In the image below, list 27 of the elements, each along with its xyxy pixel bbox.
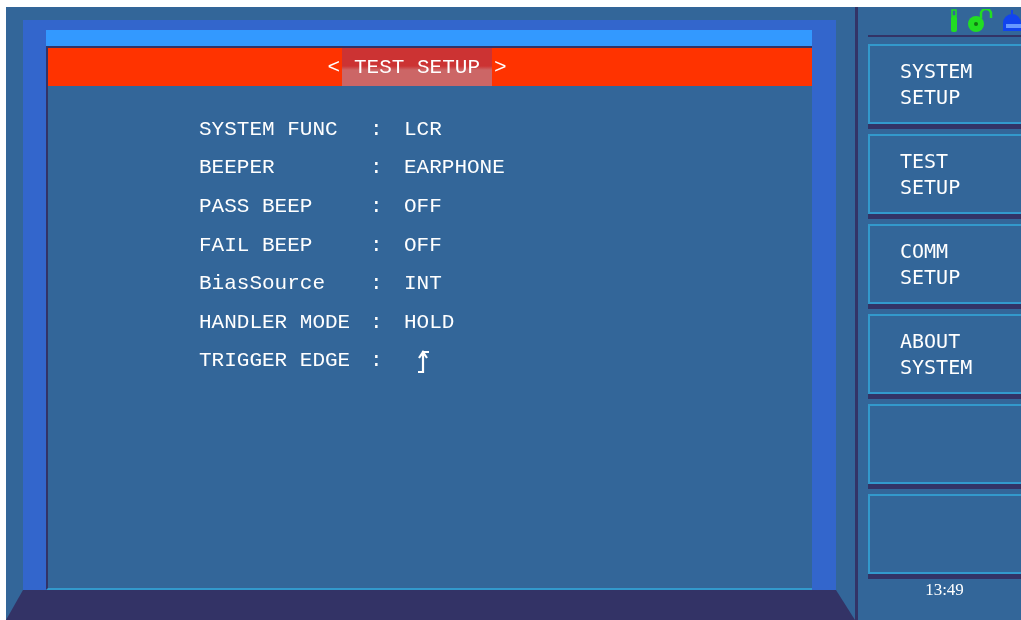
setting-label: BiasSource <box>199 272 326 296</box>
unlocked-padlock-icon <box>967 9 995 33</box>
setting-value[interactable]: OFF <box>404 195 442 218</box>
setting-value[interactable]: HOLD <box>404 310 455 334</box>
colon: : <box>370 272 383 296</box>
colon: : <box>370 349 383 373</box>
setting-value[interactable]: INT <box>404 272 442 296</box>
setting-label: PASS BEEP <box>199 195 313 218</box>
network-icon <box>1003 9 1021 33</box>
setting-value[interactable]: EARPHONE <box>404 156 505 180</box>
colon: : <box>370 156 383 180</box>
usb-icon <box>949 9 959 33</box>
setting-value[interactable]: LCR <box>404 117 442 141</box>
setting-label: TRIGGER EDGE <box>199 349 351 373</box>
clock-time: 13:49 <box>924 580 965 600</box>
setting-label: BEEPER <box>199 156 275 180</box>
setting-label: FAIL BEEP <box>199 233 313 257</box>
colon: : <box>370 117 383 141</box>
page-title: TEST SETUP <box>342 48 492 86</box>
setting-label: HANDLER MODE <box>199 310 351 334</box>
colon: : <box>370 233 383 257</box>
right-arrow[interactable]: > <box>492 48 509 86</box>
left-arrow[interactable]: < <box>325 48 342 86</box>
colon: : <box>370 310 383 334</box>
setting-label: SYSTEM FUNC <box>199 117 338 141</box>
colon: : <box>370 195 383 218</box>
setting-value[interactable]: OFF <box>404 233 442 257</box>
